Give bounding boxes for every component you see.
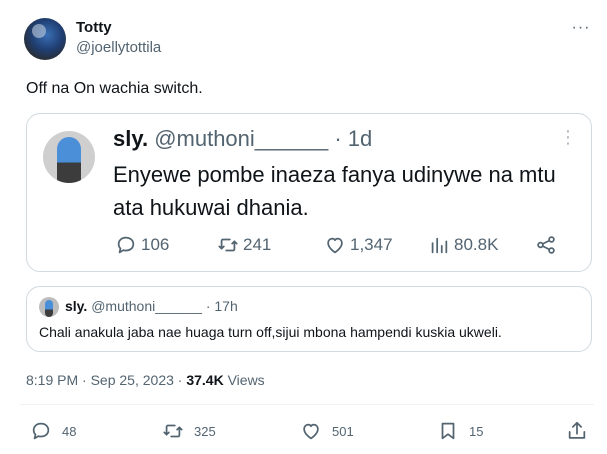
quoted-views: 80.8K <box>428 233 498 257</box>
quoted-views-count: 80.8K <box>454 235 499 254</box>
quoted-likes: 1,347 <box>324 233 393 257</box>
quoted-retweets: 241 <box>217 233 271 257</box>
share-icon <box>537 236 555 254</box>
quoted-more-icon: ⋮ <box>559 127 577 147</box>
embedded-quote-text: Chali anakula jaba nae huaga turn off,si… <box>39 324 502 340</box>
author-name[interactable]: Totty <box>76 19 112 36</box>
like-button[interactable]: 501 <box>300 418 354 444</box>
embedded-quote-avatar <box>39 297 59 317</box>
quoted-author-name: sly. <box>113 126 149 151</box>
quoted-time: · 1d <box>334 126 373 151</box>
like-icon <box>303 423 319 440</box>
action-bar: 48 325 501 15 <box>0 416 607 446</box>
bookmark-icon <box>441 422 455 440</box>
bookmark-count: 15 <box>469 423 484 439</box>
reply-icon <box>117 236 135 254</box>
quoted-avatar <box>43 131 95 183</box>
quoted-tweet-card[interactable]: sly. @muthoni______ · 1d ⋮ Enyewe pombe … <box>26 113 592 272</box>
quoted-likes-count: 1,347 <box>350 235 393 254</box>
tweet-meta: 8:19 PM · Sep 25, 2023 · 37.4K Views <box>26 372 265 388</box>
post-time[interactable]: 8:19 PM <box>26 372 78 388</box>
author-avatar[interactable] <box>24 18 66 60</box>
quoted-replies: 106 <box>115 233 169 257</box>
like-icon <box>327 237 343 254</box>
tweet-text: Off na On wachia switch. <box>26 80 203 97</box>
views-count: 37.4K <box>186 372 224 388</box>
share-icon <box>568 421 586 439</box>
views-icon <box>431 237 448 254</box>
divider <box>20 404 594 405</box>
more-icon[interactable]: ··· <box>569 18 593 38</box>
like-count: 501 <box>332 423 354 439</box>
author-handle[interactable]: @joellytottila <box>76 39 161 56</box>
quoted-share <box>535 233 557 257</box>
quoted-author-handle: @muthoni______ <box>154 126 329 151</box>
meta-separator: · <box>82 372 87 388</box>
share-button[interactable] <box>566 418 588 444</box>
embedded-quote-header: sly. @muthoni______ · 17h <box>65 298 238 314</box>
quoted-header: sly. @muthoni______ · 1d <box>113 126 372 152</box>
tweet: Totty @joellytottila ··· Off na On wachi… <box>0 0 607 454</box>
quoted-stats-bar: 106 241 1,347 80.8K <box>115 233 575 257</box>
views-label: Views <box>227 372 265 388</box>
reply-button[interactable]: 48 <box>30 418 76 444</box>
meta-separator: · <box>177 372 183 388</box>
quoted-replies-count: 106 <box>141 235 170 254</box>
retweet-button[interactable]: 325 <box>162 418 216 444</box>
retweet-icon <box>218 238 238 252</box>
quoted-text: Enyewe pombe inaeza fanya udinywe na mtu… <box>113 162 556 220</box>
reply-count: 48 <box>62 423 77 439</box>
reply-icon <box>32 422 50 440</box>
embedded-quote-handle: @muthoni______ <box>91 298 202 314</box>
embedded-quote-time: · 17h <box>205 298 238 314</box>
retweet-icon <box>163 424 183 438</box>
embedded-quote-name: sly. <box>65 298 88 314</box>
post-date[interactable]: Sep 25, 2023 <box>91 372 174 388</box>
quoted-retweets-count: 241 <box>243 235 272 254</box>
retweet-count: 325 <box>194 423 216 439</box>
bookmark-button[interactable]: 15 <box>437 418 483 444</box>
embedded-quote-tweet[interactable]: sly. @muthoni______ · 17h Chali anakula … <box>26 286 592 352</box>
